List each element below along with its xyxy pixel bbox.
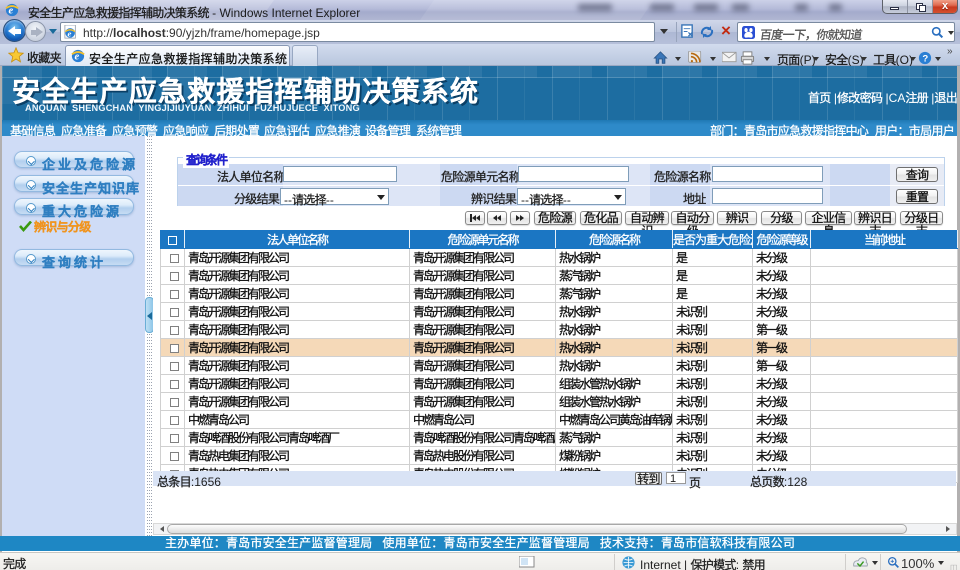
svg-text:?: ? bbox=[922, 54, 928, 65]
